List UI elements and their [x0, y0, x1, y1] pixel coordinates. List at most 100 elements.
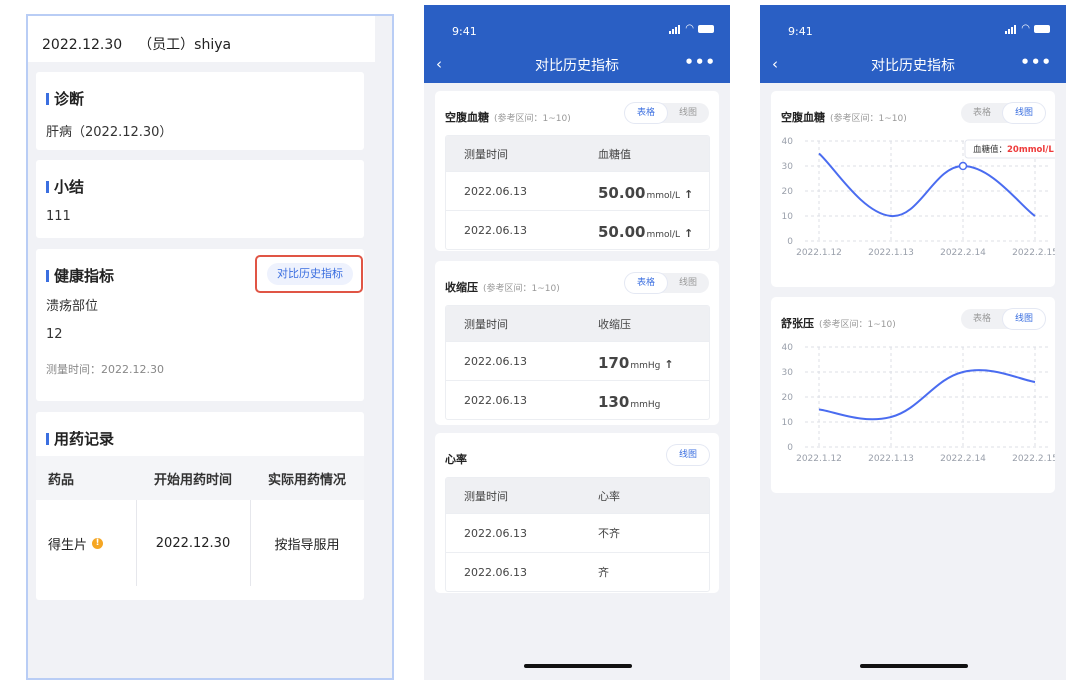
compare-button-highlight: 对比历史指标 — [255, 255, 363, 293]
medication-table-header: 药品 开始用药时间 实际用药情况 — [36, 456, 364, 500]
value-number: 130 — [598, 393, 630, 411]
compare-history-button[interactable]: 对比历史指标 — [267, 263, 353, 285]
status-time: 9:41 — [452, 25, 477, 38]
series-line — [818, 152, 1036, 218]
health-metrics-card: 健康指标 对比历史指标 溃疡部位 12 测量时间：2022.12.30 — [36, 249, 364, 401]
y-tick-label: 0 — [787, 237, 793, 247]
history-table-screen: 9:41 ◠ 对比历史指标 ‹ ••• 空腹血糖 (参考区间：1~10) 表格 线… — [424, 5, 730, 680]
x-tick-label: 2022.1.13 — [868, 454, 914, 464]
arrow-up-icon: ↑ — [684, 227, 694, 240]
battery-icon — [1034, 24, 1050, 33]
systolic-title-text: 收缩压 — [445, 281, 478, 294]
heart-rate-table: 测量时间 心率 2022.06.13 不齐 2022.06.13 齐 — [445, 477, 710, 592]
col-measure-time: 测量时间 — [464, 317, 508, 331]
toggle-chart[interactable]: 线图 — [667, 273, 709, 293]
row-time: 2022.06.13 — [464, 184, 527, 198]
back-icon[interactable]: ‹ — [772, 55, 778, 73]
health-metrics-title-text: 健康指标 — [54, 267, 115, 285]
tooltip-text: 血糖值：20mmol/L ↑ — [973, 144, 1055, 155]
glucose-table-card: 空腹血糖 (参考区间：1~10) 表格 线图 测量时间 血糖值 2022.06.13… — [435, 91, 719, 251]
usage-cell: 按指导服用 — [274, 537, 340, 553]
toggle-chart[interactable]: 线图 — [1003, 309, 1045, 329]
status-icons: ◠ — [669, 23, 714, 34]
glucose-table: 测量时间 血糖值 2022.06.13 50.00 mmol/L ↑ 2022.06.1… — [445, 135, 710, 250]
row-value: 50.00 mmol/L ↑ — [598, 211, 693, 249]
view-toggle: 表格 线图 — [625, 103, 709, 123]
battery-icon — [698, 24, 714, 33]
signal-icon — [1005, 24, 1017, 34]
diastolic-line-chart[interactable]: 0 10 20 30 40 2022.1.12 2022.1.13 2022.2.14 2022… — [771, 339, 1055, 491]
diastolic-chart-card: 舒张压 (参考区间：1~10) 表格 线图 0 10 20 30 40 2022.1.12 2… — [771, 297, 1055, 493]
warning-icon[interactable]: ! — [92, 537, 104, 549]
col-actual-usage: 实际用药情况 — [267, 472, 346, 488]
diastolic-chart-title-text: 舒张压 — [781, 317, 814, 330]
value-unit: mmol/L — [646, 230, 681, 240]
row-value: 50.00 mmol/L ↑ — [598, 172, 693, 210]
toggle-chart[interactable]: 线图 — [667, 103, 709, 123]
table-row: 2022.06.13 50.00 mmol/L ↑ — [446, 210, 709, 249]
table-row: 2022.06.13 齐 — [446, 552, 709, 591]
y-tick-label: 10 — [782, 418, 794, 428]
start-time-cell: 2022.12.30 — [155, 535, 231, 551]
toggle-chart[interactable]: 线图 — [1003, 103, 1045, 123]
table-header: 测量时间 心率 — [446, 478, 709, 513]
medication-title-text: 用药记录 — [54, 430, 115, 448]
toggle-table[interactable]: 表格 — [625, 103, 667, 123]
y-tick-label: 40 — [782, 137, 794, 147]
table-header: 测量时间 收缩压 — [446, 306, 709, 341]
status-time: 9:41 — [788, 25, 813, 38]
table-row: 2022.06.13 130 mmHg — [446, 380, 709, 419]
systolic-table: 测量时间 收缩压 2022.06.13 170 mmHg ↑ 2022.06.13 130… — [445, 305, 710, 420]
systolic-title: 收缩压 (参考区间：1~10) — [445, 279, 560, 295]
diagnosis-card: 诊断 肝病（2022.12.30） — [36, 72, 364, 150]
heart-rate-table-card: 心率 线图 测量时间 心率 2022.06.13 不齐 2022.06.13 齐 — [435, 433, 719, 593]
summary-card: 小结 111 — [36, 160, 364, 238]
glucose-line-chart[interactable]: 0 10 20 30 40 2022.1.12 2022.1.13 2022.2.14 2022… — [771, 133, 1055, 285]
history-chart-screen: 9:41 ◠ 对比历史指标 ‹ ••• 空腹血糖 (参考区间：1~10) 表格 线… — [760, 5, 1066, 680]
home-indicator — [860, 664, 968, 668]
y-tick-label: 20 — [782, 393, 794, 403]
title-accent-bar — [46, 269, 49, 282]
table-row: 2022.06.13 50.00 mmol/L ↑ — [446, 171, 709, 210]
value-number: 50.00 — [598, 223, 646, 241]
metric-measure-time: 测量时间：2022.12.30 — [46, 363, 164, 376]
col-glucose: 血糖值 — [598, 147, 631, 161]
y-tick-label: 20 — [782, 187, 794, 197]
status-icons: ◠ — [1005, 23, 1050, 34]
title-accent-bar — [46, 432, 49, 445]
toggle-table[interactable]: 表格 — [961, 309, 1003, 329]
metric-value: 12 — [46, 327, 63, 342]
more-icon[interactable]: ••• — [684, 53, 716, 71]
glucose-chart-title: 空腹血糖 (参考区间：1~10) — [781, 109, 907, 125]
app-header: 9:41 ◠ 对比历史指标 ‹ ••• — [424, 5, 730, 83]
table-row: 得生片! 2022.12.30 按指导服用 — [36, 500, 364, 586]
back-icon[interactable]: ‹ — [436, 55, 442, 73]
arrow-up-icon: ↑ — [684, 188, 694, 201]
diastolic-chart-ref-range: (参考区间：1~10) — [819, 320, 896, 330]
glucose-chart-ref-range: (参考区间：1~10) — [830, 114, 907, 124]
toggle-chart[interactable]: 线图 — [667, 445, 709, 465]
col-start-time: 开始用药时间 — [153, 472, 232, 488]
col-measure-time: 测量时间 — [464, 147, 508, 161]
y-tick-label: 30 — [782, 368, 794, 378]
row-time: 2022.06.13 — [464, 393, 527, 407]
more-icon[interactable]: ••• — [1020, 53, 1052, 71]
glucose-ref-range: (参考区间：1~10) — [494, 114, 571, 124]
x-tick-label: 2022.2.14 — [940, 248, 986, 258]
y-tick-label: 30 — [782, 162, 794, 172]
row-value: 不齐 — [598, 527, 620, 540]
title-accent-bar — [46, 92, 49, 105]
series-line — [818, 369, 1036, 421]
toggle-table[interactable]: 表格 — [961, 103, 1003, 123]
row-time: 2022.06.13 — [464, 223, 527, 237]
app-header: 9:41 ◠ 对比历史指标 ‹ ••• — [760, 5, 1066, 83]
x-tick-label: 2022.1.12 — [796, 454, 842, 464]
glucose-chart-title-text: 空腹血糖 — [781, 111, 825, 124]
table-header: 测量时间 血糖值 — [446, 136, 709, 171]
metric-name: 溃疡部位 — [46, 299, 99, 314]
heart-rate-title: 心率 — [445, 453, 467, 466]
drug-name: 得生片 — [48, 537, 88, 553]
highlight-point — [958, 161, 968, 171]
value-number: 50.00 — [598, 184, 646, 202]
toggle-table[interactable]: 表格 — [625, 273, 667, 293]
